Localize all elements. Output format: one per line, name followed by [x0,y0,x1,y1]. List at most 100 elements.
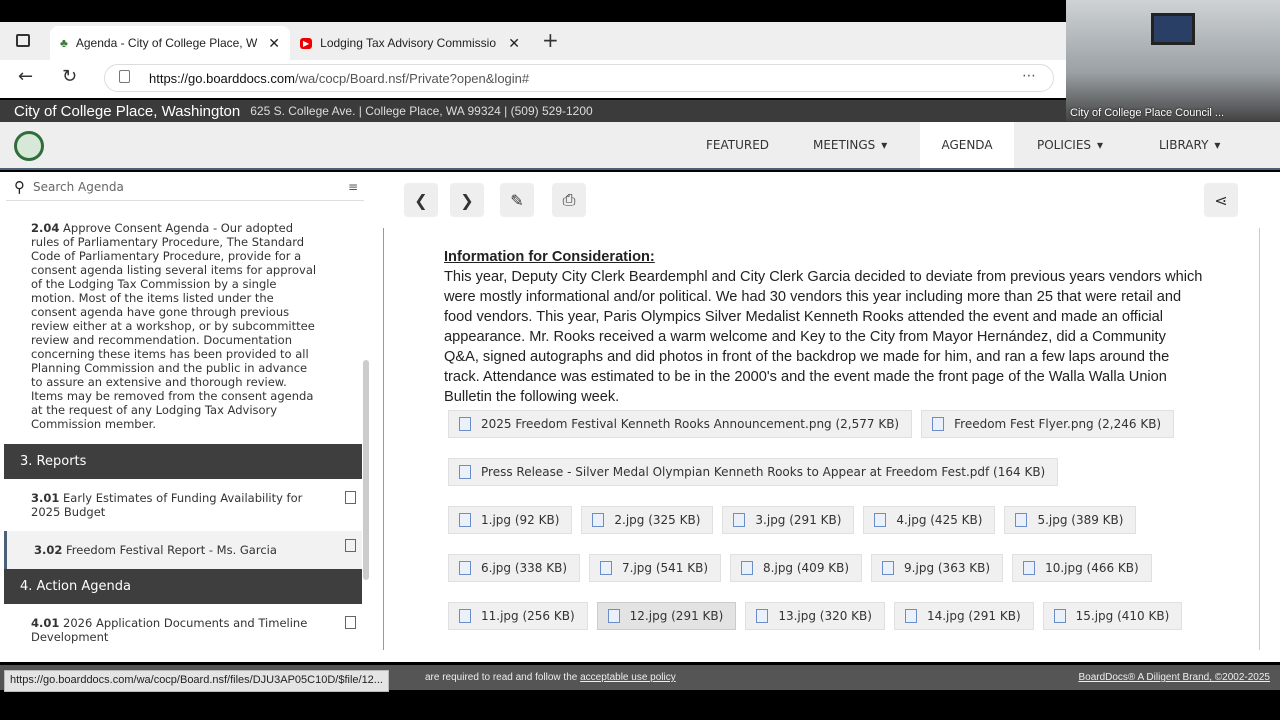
close-icon[interactable]: ✕ [268,35,280,52]
chevron-down-icon: ▾ [1214,138,1221,152]
youtube-icon: ▶ [300,37,313,49]
attachment-file[interactable]: 7.jpg (541 KB) [589,554,722,582]
previous-button[interactable]: ❮ [404,183,438,217]
item-description: Information for Consideration: This year,… [444,247,1204,407]
nav-agenda[interactable]: AGENDA [920,122,1014,168]
edit-button[interactable]: ✎ [500,183,534,217]
section-reports[interactable]: 3. Reports [4,444,362,479]
document-icon [345,539,356,552]
print-button[interactable]: ⎙ [552,183,586,217]
video-thumbnail[interactable]: City of College Place Council ... [1066,0,1280,121]
attachment-file[interactable]: 11.jpg (256 KB) [448,602,588,630]
file-icon [882,561,895,575]
file-icon [733,513,746,527]
site-address: 625 S. College Ave. | College Place, WA … [250,104,593,118]
file-icon [607,609,620,623]
attachment-file[interactable]: 6.jpg (338 KB) [448,554,581,582]
file-name: 2.jpg (325 KB) [614,513,701,527]
agenda-item-2-04[interactable]: 2.04 Approve Consent Agenda - Our adopte… [4,221,362,431]
body-text: This year, Deputy City Clerk Beardemphl … [444,269,1203,405]
more-icon[interactable]: ⋯ [1022,68,1036,84]
city-seal-logo[interactable] [14,131,44,161]
search-agenda-input[interactable]: ⚲ Search Agenda ≡ [6,173,364,201]
file-icon [459,417,471,431]
file-icon [1023,561,1036,575]
nav-library[interactable]: LIBRARY ▾ [1145,122,1234,168]
agenda-item-3-02[interactable]: 3.02 Freedom Festival Report - Ms. Garci… [4,531,362,569]
tab-youtube[interactable]: ▶ Lodging Tax Advisory Commissio ✕ [290,26,530,60]
nav-meetings[interactable]: MEETINGS ▾ [799,122,901,168]
file-name: 5.jpg (389 KB) [1037,513,1124,527]
file-name: 6.jpg (338 KB) [481,561,568,575]
file-name: 2025 Freedom Festival Kenneth Rooks Anno… [481,417,900,431]
file-name: 15.jpg (410 KB) [1075,609,1170,623]
main-nav: FEATURED MEETINGS ▾ AGENDA POLICIES ▾ LIBR… [0,122,1280,170]
attachment-file[interactable]: 5.jpg (389 KB) [1004,506,1137,534]
file-name: 14.jpg (291 KB) [926,609,1021,623]
file-icon [459,561,471,575]
file-name: 13.jpg (320 KB) [778,609,872,623]
attachments-list: 2025 Freedom Festival Kenneth Rooks Anno… [448,410,1228,630]
reload-icon[interactable]: ↻ [62,66,77,87]
attachment-file[interactable]: 15.jpg (410 KB) [1042,602,1183,630]
nav-policies[interactable]: POLICIES ▾ [1023,122,1117,168]
file-name: 10.jpg (466 KB) [1045,561,1139,575]
attachment-file[interactable]: 2.jpg (325 KB) [581,506,714,534]
nav-featured[interactable]: FEATURED [692,122,783,168]
section-action-agenda[interactable]: 4. Action Agenda [4,569,362,604]
file-name: 8.jpg (409 KB) [763,561,850,575]
attachment-file[interactable]: Freedom Fest Flyer.png (2,246 KB) [921,410,1175,438]
chevron-down-icon: ▾ [881,138,888,152]
back-icon[interactable]: ← [18,66,33,87]
file-icon [459,513,471,527]
tab-actions-icon[interactable] [16,34,30,47]
file-icon [1015,513,1028,527]
close-icon[interactable]: ✕ [508,35,520,52]
lock-icon[interactable] [119,70,130,83]
document-icon [345,616,356,629]
file-icon [1053,609,1066,623]
file-name: 9.jpg (363 KB) [904,561,991,575]
search-icon: ⚲ [14,177,25,196]
attachment-file[interactable]: 4.jpg (425 KB) [863,506,996,534]
share-button[interactable]: ⋖ [1204,183,1238,217]
attachment-file[interactable]: 13.jpg (320 KB) [745,602,885,630]
tab-agenda[interactable]: ♣ Agenda - City of College Place, W ✕ [50,26,290,60]
boarddocs-link[interactable]: BoardDocs® A Diligent Brand, ©2002-2025 [1078,672,1270,683]
tree-icon: ♣ [60,36,68,50]
acceptable-use-link[interactable]: acceptable use policy [580,672,676,683]
url-input[interactable]: https://go.boarddocs.com/wa/cocp/Board.n… [104,64,1054,92]
section-heading: Information for Consideration: [444,249,655,265]
file-icon [459,465,471,479]
status-bar-url: https://go.boarddocs.com/wa/cocp/Board.n… [4,670,389,692]
file-icon [874,513,887,527]
sidebar-scrollbar[interactable] [363,360,369,580]
agenda-item-4-01[interactable]: 4.01 2026 Application Documents and Time… [4,616,362,644]
attachment-file[interactable]: 14.jpg (291 KB) [893,602,1034,630]
attachment-file[interactable]: 9.jpg (363 KB) [871,554,1004,582]
attachment-file[interactable]: 10.jpg (466 KB) [1012,554,1152,582]
attachment-file[interactable]: 3.jpg (291 KB) [722,506,855,534]
tab-label: Lodging Tax Advisory Commissio [320,36,497,50]
menu-icon[interactable]: ≡ [348,180,358,194]
file-name: 4.jpg (425 KB) [896,513,983,527]
file-icon [756,609,769,623]
new-tab-icon[interactable]: + [542,28,559,52]
tab-label: Agenda - City of College Place, W [75,36,258,50]
agenda-item-3-01[interactable]: 3.01 Early Estimates of Funding Availabi… [4,491,362,519]
document-icon [345,491,356,504]
file-icon [904,609,917,623]
next-button[interactable]: ❯ [450,183,484,217]
file-icon [459,609,471,623]
attachment-file[interactable]: Press Release - Silver Medal Olympian Ke… [448,458,1059,486]
attachment-file[interactable]: 2025 Freedom Festival Kenneth Rooks Anno… [448,410,913,438]
file-name: Press Release - Silver Medal Olympian Ke… [481,465,1046,479]
attachment-file[interactable]: 8.jpg (409 KB) [730,554,863,582]
file-name: 1.jpg (92 KB) [481,513,560,527]
file-icon [592,513,605,527]
video-screen [1151,13,1195,45]
attachment-file[interactable]: 12.jpg (291 KB) [596,602,737,630]
file-icon [741,561,754,575]
attachment-file[interactable]: 1.jpg (92 KB) [448,506,573,534]
file-name: 11.jpg (256 KB) [481,609,575,623]
